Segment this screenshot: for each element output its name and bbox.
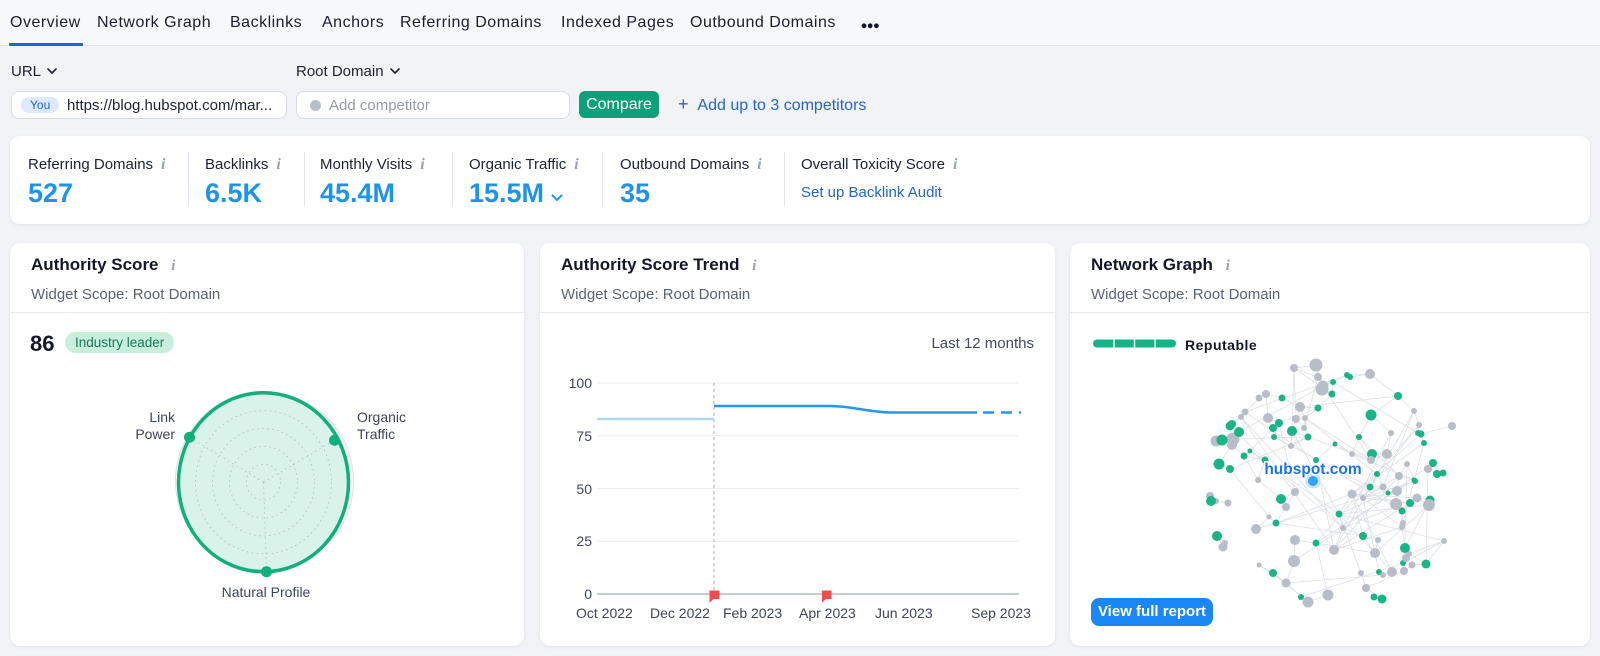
svg-text:hubspot.com: hubspot.com (1264, 461, 1361, 478)
